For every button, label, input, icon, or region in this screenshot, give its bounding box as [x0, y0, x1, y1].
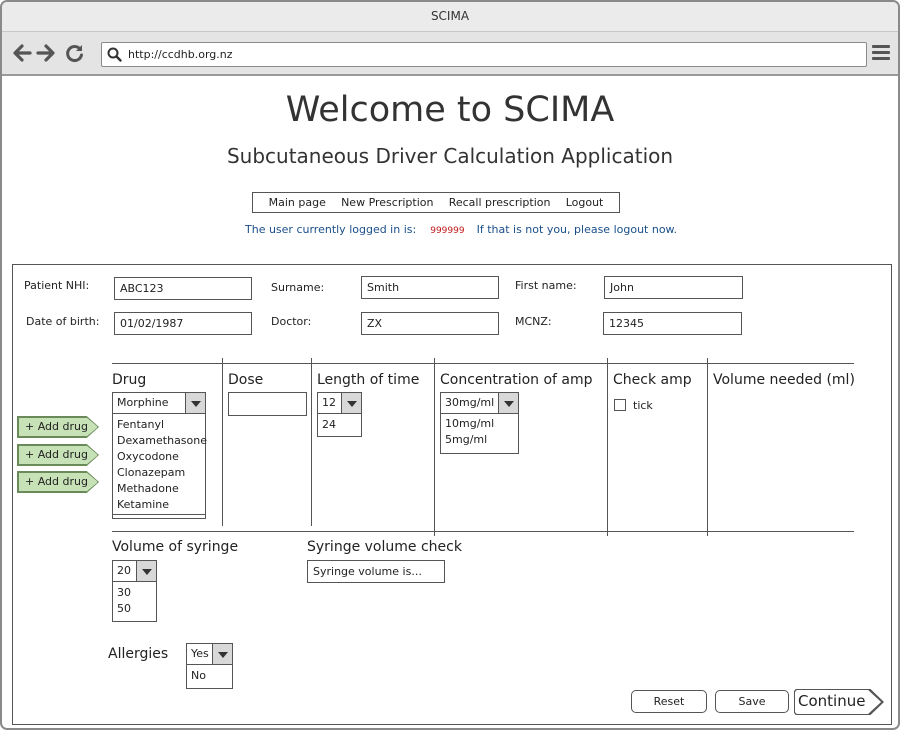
drug-option[interactable]: Clonazepam — [113, 465, 205, 481]
syringe-volume-option[interactable]: 50 — [113, 601, 156, 617]
dose-column-header: Dose — [228, 372, 264, 388]
forward-arrow-icon[interactable] — [35, 43, 57, 63]
concentration-select[interactable]: 30mg/ml 10mg/ml 5mg/ml — [440, 392, 519, 454]
syringe-volume-label: Volume of syringe — [112, 539, 239, 555]
column-divider — [707, 358, 708, 536]
allergies-option[interactable]: No — [187, 665, 232, 684]
table-bottom-border — [112, 531, 854, 532]
dose-input[interactable] — [228, 392, 307, 416]
concentration-selected[interactable]: 30mg/ml — [441, 393, 518, 414]
dob-field[interactable]: 01/02/1987 — [114, 312, 252, 335]
browser-toolbar: http://ccdhb.org.nz — [2, 32, 898, 76]
reset-button[interactable]: Reset — [631, 690, 707, 713]
login-prefix: The user currently logged in is: — [245, 223, 417, 236]
login-status: The user currently logged in is: 999999 If… — [245, 223, 677, 236]
allergies-selected-value: Yes — [191, 647, 209, 660]
concentration-column-header: Concentration of amp — [440, 372, 593, 388]
column-divider — [607, 358, 608, 536]
column-divider — [222, 358, 223, 526]
drug-selected[interactable]: Morphine — [113, 393, 205, 414]
hamburger-menu-icon[interactable] — [872, 45, 890, 61]
syringe-check-label: Syringe volume check — [307, 539, 462, 555]
save-button[interactable]: Save — [715, 690, 789, 713]
drug-option[interactable]: Dexamethasone — [113, 433, 207, 449]
drug-selected-value: Morphine — [117, 396, 169, 409]
drug-select[interactable]: Morphine Fentanyl Dexamethasone Oxycodon… — [112, 392, 207, 519]
check-amp-label: tick — [633, 399, 653, 412]
check-amp-column-header: Check amp — [613, 372, 692, 388]
continue-button[interactable]: Continue — [795, 690, 882, 714]
check-amp-checkbox[interactable] — [614, 399, 626, 411]
chevron-down-icon[interactable] — [185, 393, 205, 413]
firstname-label: First name: — [515, 279, 577, 292]
length-select[interactable]: 12 24 — [317, 392, 362, 437]
chevron-down-icon[interactable] — [341, 393, 361, 413]
url-text: http://ccdhb.org.nz — [128, 48, 233, 61]
window-title: SCIMA — [2, 2, 898, 32]
chevron-down-icon[interactable] — [136, 561, 156, 581]
nhi-field[interactable]: ABC123 — [114, 277, 252, 300]
drug-column-header: Drug — [112, 372, 147, 388]
firstname-field[interactable]: John — [604, 276, 743, 299]
chevron-down-icon[interactable] — [498, 393, 518, 413]
syringe-volume-select[interactable]: 20 30 50 — [112, 560, 157, 622]
concentration-option[interactable]: 5mg/ml — [441, 432, 518, 448]
page-subtitle: Subcutaneous Driver Calculation Applicat… — [226, 144, 674, 168]
add-drug-button[interactable]: + Add drug — [18, 417, 98, 437]
allergies-select[interactable]: Yes No — [186, 643, 233, 689]
volume-needed-column-header: Volume needed (ml) — [713, 372, 855, 388]
column-divider — [434, 358, 435, 536]
drug-option[interactable]: Fentanyl — [113, 417, 205, 433]
nav-logout[interactable]: Logout — [566, 196, 604, 209]
concentration-option[interactable]: 10mg/ml — [441, 416, 518, 432]
chevron-down-icon[interactable] — [212, 644, 232, 664]
length-selected-value: 12 — [322, 396, 336, 409]
table-top-border — [112, 363, 854, 364]
reload-icon[interactable] — [64, 43, 86, 63]
nav-new-prescription[interactable]: New Prescription — [341, 196, 433, 209]
length-selected[interactable]: 12 — [318, 393, 361, 414]
mcnz-field[interactable]: 12345 — [603, 312, 742, 335]
nav-recall-prescription[interactable]: Recall prescription — [449, 196, 551, 209]
browser-window: SCIMA http://ccdhb.org.nz Welcome to SCI… — [0, 0, 900, 730]
doctor-label: Doctor: — [271, 315, 312, 328]
nav-main-page[interactable]: Main page — [269, 196, 326, 209]
syringe-check-field[interactable]: Syringe volume is... — [307, 560, 445, 583]
add-drug-button[interactable]: + Add drug — [18, 472, 98, 492]
login-suffix: If that is not you, please logout now. — [476, 223, 678, 236]
mcnz-label: MCNZ: — [515, 315, 552, 328]
column-divider — [311, 358, 312, 526]
doctor-field[interactable]: ZX — [361, 312, 499, 335]
syringe-volume-selected[interactable]: 20 — [113, 561, 156, 582]
drug-option[interactable]: Methadone — [113, 481, 205, 497]
drug-option[interactable]: Oxycodone — [113, 449, 205, 465]
back-arrow-icon[interactable] — [11, 43, 33, 63]
url-bar[interactable]: http://ccdhb.org.nz — [101, 42, 867, 67]
login-user-id: 999999 — [430, 226, 465, 236]
allergies-label: Allergies — [108, 646, 169, 662]
length-option[interactable]: 24 — [318, 414, 361, 433]
surname-field[interactable]: Smith — [361, 276, 499, 299]
syringe-volume-selected-value: 20 — [117, 564, 131, 577]
add-drug-button[interactable]: + Add drug — [18, 445, 98, 465]
allergies-selected[interactable]: Yes — [187, 644, 232, 665]
length-column-header: Length of time — [317, 372, 420, 388]
drug-option[interactable]: Ketamine — [113, 497, 205, 513]
nhi-label: Patient NHI: — [24, 279, 90, 292]
dob-label: Date of birth: — [26, 315, 100, 328]
surname-label: Surname: — [271, 281, 325, 294]
main-nav: Main page New Prescription Recall prescr… — [252, 192, 620, 213]
page-title: Welcome to SCIMA — [285, 90, 615, 130]
syringe-volume-option[interactable]: 30 — [113, 585, 156, 601]
search-icon — [107, 47, 122, 62]
concentration-selected-value: 30mg/ml — [445, 396, 495, 409]
